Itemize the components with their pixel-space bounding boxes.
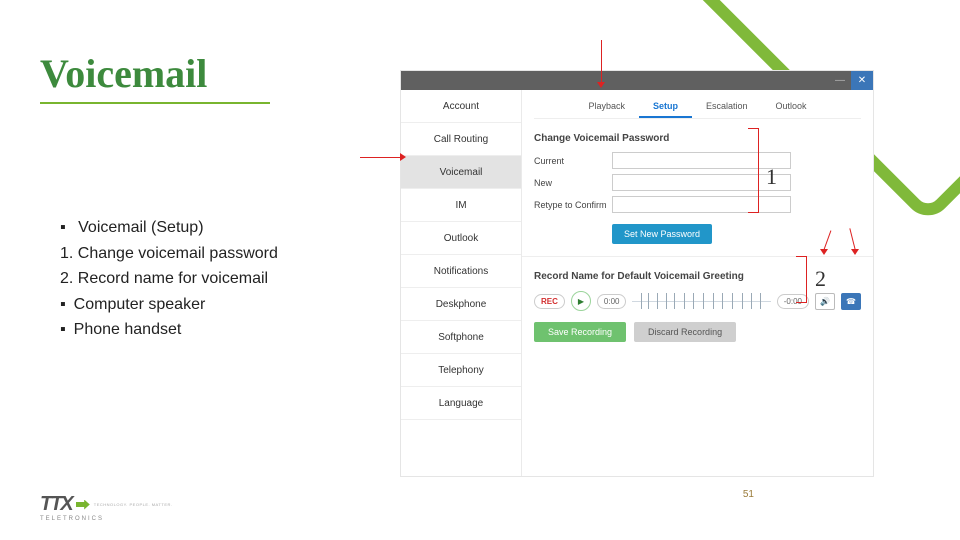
sidenav-item-im[interactable]: IM	[401, 189, 521, 222]
sidenav: Account Call Routing Voicemail IM Outloo…	[401, 90, 522, 476]
page-title: Voicemail	[40, 50, 207, 97]
divider	[522, 256, 873, 257]
annotation-arrowhead-setup	[597, 82, 605, 88]
current-password-field[interactable]	[612, 152, 791, 169]
tab-escalation[interactable]: Escalation	[692, 96, 762, 118]
tabs: Playback Setup Escalation Outlook	[534, 96, 861, 119]
sidenav-item-notifications[interactable]: Notifications	[401, 255, 521, 288]
bullet-root: Voicemail (Setup)	[78, 219, 203, 236]
record-button[interactable]: REC	[534, 294, 565, 309]
bullet-list: Voicemail (Setup) Change voicemail passw…	[60, 215, 278, 343]
section-record-name: Record Name for Default Voicemail Greeti…	[534, 271, 861, 282]
speaker-icon[interactable]: 🔊	[815, 293, 835, 310]
app-titlebar: — ✕	[401, 71, 873, 90]
sidenav-item-language[interactable]: Language	[401, 387, 521, 420]
annotation-bracket-1	[748, 128, 759, 213]
annotation-arrow-voicemail	[360, 157, 400, 158]
save-recording-button[interactable]: Save Recording	[534, 322, 626, 342]
minimize-icon[interactable]: —	[829, 71, 851, 90]
page-number: 51	[743, 489, 754, 500]
annotation-arrowhead-voicemail	[400, 153, 406, 161]
handset-icon[interactable]: ☎	[841, 293, 861, 310]
label-new: New	[534, 178, 612, 188]
sub-bullet-2: Phone handset	[74, 321, 182, 338]
sidenav-item-voicemail[interactable]: Voicemail	[401, 156, 521, 189]
label-retype: Retype to Confirm	[534, 200, 612, 210]
sidenav-item-account[interactable]: Account	[401, 90, 521, 123]
annotation-arrow-setup	[601, 40, 602, 82]
sub-bullet-1: Computer speaker	[74, 296, 206, 313]
sidenav-item-outlook[interactable]: Outlook	[401, 222, 521, 255]
label-current: Current	[534, 156, 612, 166]
set-new-password-button[interactable]: Set New Password	[612, 224, 712, 244]
sidenav-item-softphone[interactable]: Softphone	[401, 321, 521, 354]
discard-recording-button[interactable]: Discard Recording	[634, 322, 736, 342]
play-icon[interactable]: ▶	[571, 291, 591, 311]
elapsed-time: 0:00	[597, 294, 627, 309]
annotation-bracket-2	[796, 256, 807, 303]
tab-outlook[interactable]: Outlook	[762, 96, 821, 118]
logo-mark: TTX	[40, 493, 72, 516]
sidenav-item-deskphone[interactable]: Deskphone	[401, 288, 521, 321]
bullet-item-1: Change voicemail password	[60, 241, 278, 267]
sidenav-item-call-routing[interactable]: Call Routing	[401, 123, 521, 156]
waveform[interactable]	[632, 290, 770, 312]
section-change-password: Change Voicemail Password	[534, 133, 861, 144]
logo-tagline: TECHNOLOGY. PEOPLE. MATTER.	[94, 502, 173, 507]
new-password-field[interactable]	[612, 174, 791, 191]
arrow-icon	[76, 500, 90, 510]
tab-playback[interactable]: Playback	[574, 96, 639, 118]
logo-subtitle: TELETRONICS	[40, 516, 172, 522]
bullet-item-2: Record name for voicemail	[60, 266, 278, 292]
logo: TTX TECHNOLOGY. PEOPLE. MATTER. TELETRON…	[40, 493, 172, 522]
title-underline	[40, 102, 270, 104]
annotation-label-1: 1	[766, 164, 777, 190]
retype-password-field[interactable]	[612, 196, 791, 213]
sidenav-item-telephony[interactable]: Telephony	[401, 354, 521, 387]
annotation-arrowhead-speaker	[820, 249, 828, 255]
annotation-arrowhead-handset	[851, 249, 859, 255]
close-icon[interactable]: ✕	[851, 71, 873, 90]
annotation-label-2: 2	[815, 266, 826, 292]
tab-setup[interactable]: Setup	[639, 96, 692, 118]
